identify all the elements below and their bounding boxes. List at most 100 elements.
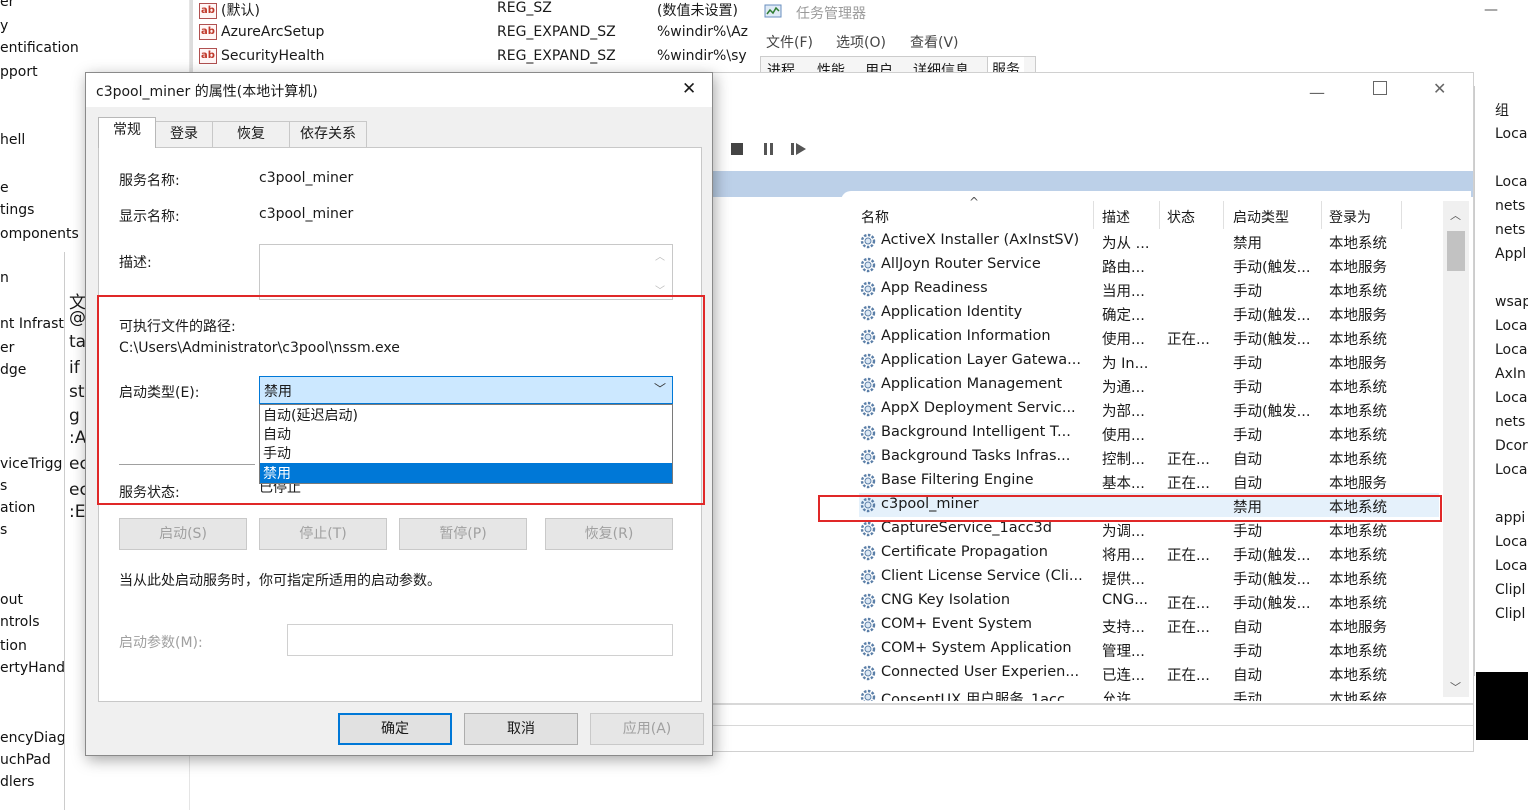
service-status: 正在... [1167, 476, 1210, 492]
stop-button[interactable]: 停止(T) [259, 518, 387, 550]
display-name-label: 显示名称: [119, 209, 180, 225]
service-row[interactable]: ActiveX Installer (AxInstSV) 为从 ... 禁用 本地系统 [859, 229, 1439, 253]
service-row[interactable]: COM+ System Application 管理... 手动 本地系统 [859, 637, 1439, 661]
scroll-thumb[interactable] [1447, 231, 1465, 271]
description-field[interactable] [259, 244, 673, 300]
menu-file[interactable]: 文件(F) [766, 32, 813, 52]
tree-item[interactable]: y [0, 18, 8, 34]
services-minimize-icon[interactable]: — [1309, 83, 1325, 102]
service-row[interactable]: Application Information 使用... 正在... 手动(触发..… [859, 325, 1439, 349]
tree-item[interactable]: pport [0, 64, 38, 80]
column-description[interactable]: 描述 [1102, 207, 1130, 227]
service-row[interactable]: App Readiness 当用... 手动 本地系统 [859, 277, 1439, 301]
tree-item[interactable]: nt Infrast [0, 316, 64, 332]
restart-toolbar-icon[interactable] [791, 143, 807, 155]
menu-options[interactable]: 选项(O) [836, 32, 886, 52]
startup-option-delayed[interactable]: 自动(延迟启动) [260, 405, 672, 424]
service-row[interactable]: Application Layer Gatewa... 为 In... 手动 本地服务 [859, 349, 1439, 373]
tree-item[interactable]: e [0, 180, 9, 196]
service-row[interactable]: Background Intelligent T... 使用... 手动 本地系统 [859, 421, 1439, 445]
service-description: 为部... [1102, 404, 1145, 420]
service-row[interactable]: COM+ Event System 支持... 正在... 自动 本地服务 [859, 613, 1439, 637]
service-row[interactable]: Base Filtering Engine 基本... 正在... 自动 本地服务 [859, 469, 1439, 493]
tree-item[interactable]: encyDiag [0, 730, 66, 746]
services-close-icon[interactable]: ✕ [1433, 79, 1446, 98]
pause-button[interactable]: 暂停(P) [399, 518, 527, 550]
tab-general[interactable]: 常规 [98, 117, 156, 148]
tab-recovery[interactable]: 恢复 [212, 121, 290, 147]
service-row[interactable]: c3pool_miner 禁用 本地系统 [859, 493, 1439, 517]
tree-item[interactable]: er [0, 340, 14, 356]
service-description: 为调... [1102, 524, 1145, 540]
service-row[interactable]: Application Identity 确定... 手动(触发... 本地服务 [859, 301, 1439, 325]
service-status: 正在... [1167, 668, 1210, 684]
scroll-up-icon[interactable]: ︿ [1450, 207, 1461, 223]
service-row[interactable]: Application Management 为通... 手动 本地系统 [859, 373, 1439, 397]
startup-type-select[interactable]: 禁用 ﹀ [259, 376, 673, 404]
tree-item[interactable]: ntrols [0, 614, 40, 630]
service-row[interactable]: ConsentUX 用户服务_1acc... 允许... 手动 本地系统 [859, 685, 1439, 701]
column-name[interactable]: 名称 [861, 207, 889, 227]
tree-item[interactable]: entification [0, 40, 79, 56]
service-startup-type: 手动 [1233, 524, 1262, 540]
tree-item[interactable]: viceTrigg [0, 456, 62, 472]
start-button[interactable]: 启动(S) [119, 518, 247, 550]
service-row[interactable]: Background Tasks Infras... 控制... 正在... 自动 本地… [859, 445, 1439, 469]
service-row[interactable]: Connected User Experien... 已连... 正在... 自动 本地… [859, 661, 1439, 685]
tree-item[interactable]: ertyHandl [0, 660, 69, 676]
tree-item[interactable]: s [0, 478, 7, 494]
executable-path-value: C:\Users\Administrator\c3pool\nssm.exe [119, 340, 400, 356]
tree-item[interactable]: out [0, 592, 23, 608]
tree-item[interactable]: s [0, 522, 7, 538]
service-row[interactable]: Client License Service (Cli... 提供... 手动(触发… [859, 565, 1439, 589]
menu-view[interactable]: 查看(V) [910, 32, 959, 52]
service-row[interactable]: AllJoyn Router Service 路由... 手动(触发... 本地服务 [859, 253, 1439, 277]
start-params-input[interactable] [287, 624, 673, 656]
service-row[interactable]: AppX Deployment Servic... 为部... 手动(触发... 本地… [859, 397, 1439, 421]
tree-item[interactable]: n [0, 270, 9, 286]
service-row[interactable]: Certificate Propagation 将用... 正在... 手动(触发..… [859, 541, 1439, 565]
tab-dependencies[interactable]: 依存关系 [289, 121, 367, 147]
tree-item[interactable]: tings [0, 202, 34, 218]
stop-toolbar-icon[interactable] [731, 143, 743, 155]
tab-logon[interactable]: 登录 [155, 121, 213, 147]
tree-item[interactable]: hell [0, 132, 25, 148]
pause-toolbar-icon[interactable] [763, 143, 775, 155]
group-cell: Loca [1495, 342, 1528, 358]
registry-row[interactable]: ab SecurityHealth REG_EXPAND_SZ %windir%\sy [199, 48, 759, 72]
tree-item[interactable]: tion [0, 638, 27, 654]
scroll-down-icon[interactable]: ﹀ [1450, 679, 1461, 695]
cancel-button[interactable]: 取消 [464, 713, 578, 745]
registry-row[interactable]: ab AzureArcSetup REG_EXPAND_SZ %windir%\Az [199, 24, 759, 48]
text-fragment: if [69, 358, 80, 378]
tree-item[interactable]: omponents [0, 226, 79, 242]
column-startup-type[interactable]: 启动类型 [1233, 207, 1289, 227]
column-status[interactable]: 状态 [1167, 207, 1195, 227]
tree-item[interactable]: er [0, 0, 14, 10]
tree-item[interactable]: uchPad [0, 752, 51, 768]
services-scrollbar[interactable]: ︿ ﹀ [1443, 201, 1469, 697]
startup-option-automatic[interactable]: 自动 [260, 424, 672, 443]
service-logon: 本地系统 [1329, 668, 1387, 684]
minimize-button[interactable]: — [1484, 2, 1498, 18]
description-scroll-up-icon[interactable]: ︿ [655, 248, 665, 263]
tree-item[interactable]: ation [0, 500, 35, 516]
service-name: ConsentUX 用户服务_1acc... [881, 692, 1079, 701]
startup-option-disabled[interactable]: 禁用 [260, 463, 672, 483]
column-logon[interactable]: 登录为 [1329, 207, 1371, 227]
services-maximize-icon[interactable] [1373, 81, 1387, 95]
description-scroll-down-icon[interactable]: ﹀ [655, 282, 665, 297]
resume-button[interactable]: 恢复(R) [545, 518, 673, 550]
apply-button[interactable]: 应用(A) [590, 713, 704, 745]
service-logon: 本地系统 [1329, 452, 1387, 468]
close-icon[interactable]: ✕ [682, 79, 696, 99]
service-row[interactable]: CaptureService_1acc3d 为调... 手动 本地系统 [859, 517, 1439, 541]
tree-item[interactable]: dlers [0, 774, 34, 790]
service-row[interactable]: CNG Key Isolation CNG... 正在... 手动(触发... 本地系统 [859, 589, 1439, 613]
startup-option-manual[interactable]: 手动 [260, 443, 672, 462]
ok-button[interactable]: 确定 [338, 713, 452, 745]
registry-row[interactable]: ab (默认) REG_SZ (数值未设置) [199, 0, 759, 24]
service-description: 已连... [1102, 668, 1145, 684]
service-logon: 本地系统 [1329, 644, 1387, 660]
tree-item[interactable]: dge [0, 362, 26, 378]
